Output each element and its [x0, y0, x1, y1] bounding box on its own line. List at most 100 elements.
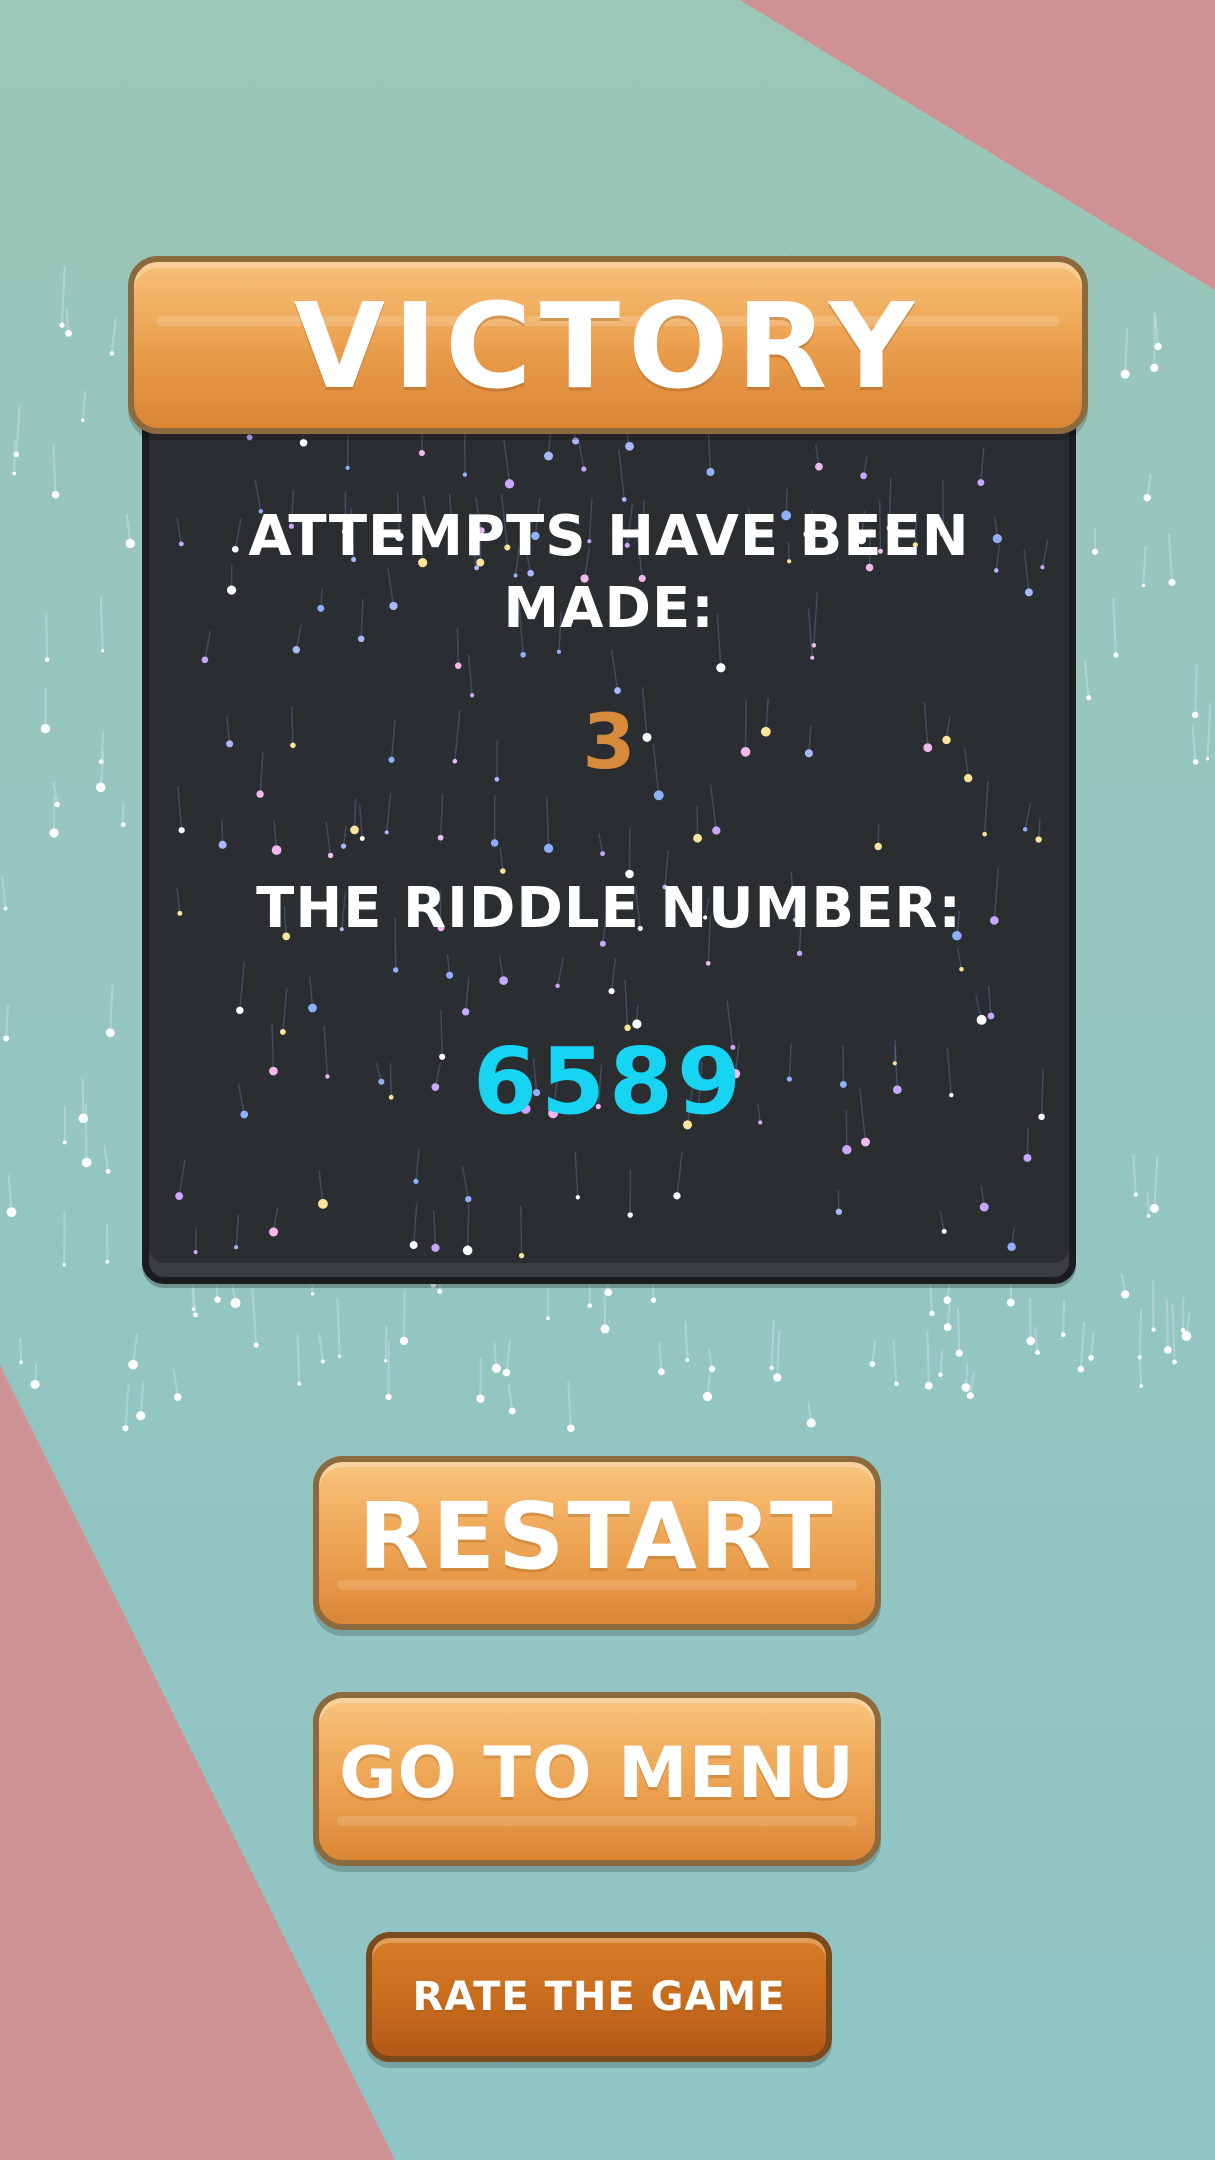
panel-star [810, 655, 815, 660]
panel-star [716, 663, 726, 673]
panel-star [544, 451, 554, 461]
panel-star-trail [598, 833, 604, 854]
rate-the-game-button-label: RATE THE GAME [412, 1974, 786, 2020]
panel-star-trail [519, 1205, 523, 1256]
panel-star [673, 1192, 681, 1200]
panel-star [504, 479, 515, 489]
results-panel: ATTEMPTS HAVE BEEN MADE: 3 THE RIDDLE NU… [142, 400, 1076, 1284]
panel-star [413, 1178, 419, 1184]
panel-star [608, 988, 615, 995]
panel-star-trail [980, 447, 985, 483]
panel-star-trail [412, 1203, 418, 1246]
panel-star-trail [415, 1148, 420, 1182]
panel-star [941, 1228, 947, 1234]
riddle-number-label: THE RIDDLE NUMBER: [256, 876, 962, 941]
panel-star [431, 1243, 440, 1252]
panel-star [815, 462, 823, 471]
panel-star [327, 852, 334, 859]
panel-star-trail [176, 517, 183, 545]
panel-star-trail [610, 649, 619, 691]
attempts-value: 3 [582, 697, 636, 786]
panel-star-trail [618, 449, 625, 500]
panel-star-trail [696, 806, 699, 839]
panel-star [712, 826, 721, 835]
panel-star [555, 983, 560, 989]
panel-star-trail [1037, 818, 1041, 840]
panel-star [572, 437, 580, 445]
panel-star [544, 843, 554, 853]
panel-star [600, 851, 606, 857]
victory-banner: VICTORY [128, 256, 1088, 434]
panel-star-trail [282, 988, 288, 1032]
panel-star [345, 465, 350, 470]
panel-star [979, 1202, 989, 1212]
panel-star-trail [939, 1211, 945, 1232]
panel-star-trail [309, 976, 314, 1009]
panel-star [556, 649, 562, 654]
panel-star [462, 472, 468, 477]
panel-star-trail [178, 1159, 186, 1197]
panel-star-trail [556, 956, 565, 987]
panel-star [1023, 1153, 1032, 1162]
panel-star-trail [709, 784, 718, 831]
panel-star-trail [577, 439, 585, 470]
panel-star [627, 1212, 633, 1218]
riddle-number-value: 6589 [472, 1028, 746, 1135]
panel-star [246, 434, 253, 441]
panel-star-trail [1024, 802, 1032, 830]
panel-star [705, 960, 711, 966]
panel-star [178, 541, 184, 547]
panel-star [201, 656, 209, 664]
panel-star [982, 831, 987, 837]
panel-star [860, 472, 867, 480]
panel-star [861, 1137, 870, 1147]
panel-star-trail [610, 958, 617, 992]
panel-star [581, 466, 587, 472]
panel-star [340, 843, 347, 849]
panel-star [693, 833, 702, 843]
panel-star-trail [342, 825, 347, 847]
panel-star [499, 976, 508, 985]
panel-star-trail [235, 1214, 240, 1248]
panel-star-trail [325, 821, 332, 856]
panel-star [292, 646, 301, 654]
panel-star [842, 1145, 852, 1155]
panel-star [575, 1195, 580, 1200]
panel-star [234, 1245, 239, 1250]
panel-star-trail [987, 985, 992, 1017]
panel-star-trail [385, 792, 392, 833]
panel-star [218, 840, 227, 849]
panel-star-trail [574, 1152, 579, 1198]
panel-star [835, 1208, 843, 1215]
panel-star [1007, 1242, 1016, 1252]
panel-star [465, 1195, 472, 1203]
panel-star [271, 845, 282, 855]
panel-star-trail [358, 804, 364, 839]
panel-star [454, 662, 462, 669]
panel-star [308, 1003, 317, 1013]
go-to-menu-button[interactable]: GO TO MENU [313, 1692, 881, 1866]
panel-star [518, 1253, 525, 1259]
panel-star [874, 842, 882, 851]
panel-star-trail [353, 798, 357, 830]
panel-star [393, 967, 399, 973]
panel-star [977, 479, 985, 487]
panel-star-trail [1041, 539, 1049, 568]
panel-star-trail [956, 948, 963, 970]
victory-title: VICTORY [293, 277, 923, 415]
panel-star-trail [239, 960, 246, 1011]
panel-star [490, 839, 499, 847]
panel-star-trail [432, 1210, 437, 1248]
panel-star [299, 438, 308, 447]
panel-star-trail [624, 979, 629, 1028]
panel-star [350, 825, 359, 835]
rate-the-game-button[interactable]: RATE THE GAME [366, 1932, 832, 2062]
panel-star [418, 450, 425, 457]
panel-star [1040, 565, 1045, 570]
panel-star-trail [318, 1170, 324, 1204]
panel-star [437, 834, 444, 841]
panel-star [177, 910, 183, 916]
panel-star-trail [176, 888, 181, 914]
panel-star [625, 441, 634, 451]
restart-button[interactable]: RESTART [313, 1456, 881, 1630]
